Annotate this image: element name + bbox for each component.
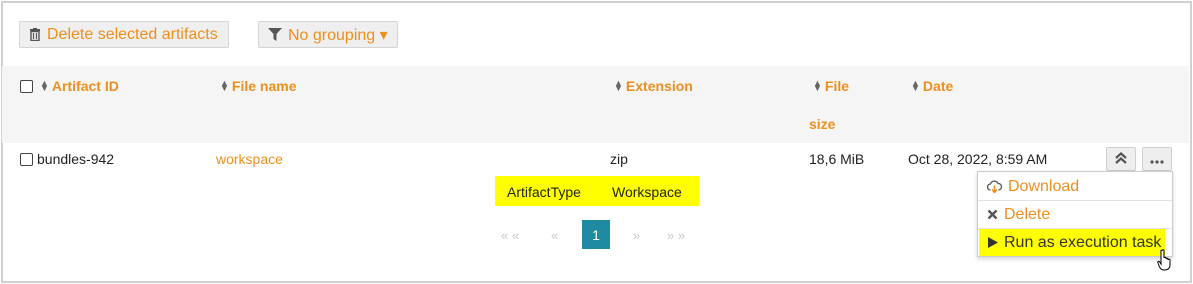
column-file-name-label: File name xyxy=(231,78,297,94)
column-artifact-id-label: Artifact ID xyxy=(51,78,119,94)
grouping-dropdown[interactable]: No grouping ▾ xyxy=(258,21,398,48)
column-date[interactable]: ▲ ▼ Date xyxy=(911,78,953,94)
cloud-download-icon xyxy=(987,180,1002,193)
column-artifact-id[interactable]: ▲ ▼ Artifact ID xyxy=(40,78,119,94)
sort-icon: ▲ ▼ xyxy=(813,78,822,93)
collapse-button[interactable] xyxy=(1106,147,1136,171)
prev-page-button[interactable]: « xyxy=(551,228,558,243)
sort-icon: ▲ ▼ xyxy=(614,78,623,93)
menu-item-delete[interactable]: Delete xyxy=(978,201,1172,228)
column-file-size[interactable]: ▲ ▼ File xyxy=(813,78,849,94)
grouping-label: No grouping ▾ xyxy=(288,26,388,44)
attribute-value: Workspace xyxy=(612,184,682,200)
extension-cell: zip xyxy=(610,151,628,167)
row-checkbox[interactable] xyxy=(20,153,33,166)
menu-item-download-label: Download xyxy=(1008,177,1080,195)
attribute-key: ArtifactType xyxy=(507,184,581,200)
sort-icon: ▲ ▼ xyxy=(911,78,920,93)
ellipsis-icon xyxy=(1150,151,1164,167)
delete-selected-artifacts-label: Delete selected artifacts xyxy=(47,25,218,43)
sort-icon: ▲ ▼ xyxy=(220,78,229,93)
sort-icon: ▲ ▼ xyxy=(40,78,49,93)
trash-icon xyxy=(29,28,41,41)
last-page-button[interactable]: » » xyxy=(667,228,685,243)
column-extension[interactable]: ▲ ▼ Extension xyxy=(614,78,693,94)
hand-cursor-icon xyxy=(1157,249,1173,274)
column-file-name[interactable]: ▲ ▼ File name xyxy=(220,78,297,94)
menu-item-delete-label: Delete xyxy=(1004,205,1051,223)
table-header xyxy=(2,66,1189,143)
menu-item-download[interactable]: Download xyxy=(978,173,1172,200)
column-date-label: Date xyxy=(922,78,954,94)
page-1-button[interactable]: 1 xyxy=(582,220,610,249)
select-all-checkbox[interactable] xyxy=(20,80,33,93)
column-extension-label: Extension xyxy=(625,78,693,94)
double-chevron-up-icon xyxy=(1115,151,1127,167)
next-page-button[interactable]: » xyxy=(633,228,640,243)
column-size-label-text: size xyxy=(809,116,836,132)
file-size-cell: 18,6 MiB xyxy=(809,151,865,167)
menu-item-run-as-execution-task[interactable]: Run as execution task xyxy=(979,229,1165,256)
filter-icon xyxy=(268,28,282,41)
artifact-id-cell: bundles-942 xyxy=(37,151,115,167)
close-icon xyxy=(987,209,998,220)
date-cell: Oct 28, 2022, 8:59 AM xyxy=(908,151,1048,167)
column-file-label: File xyxy=(824,78,850,94)
first-page-button[interactable]: « « xyxy=(501,228,519,243)
actions-menu: Download Delete Run as execution task xyxy=(977,171,1173,257)
play-icon xyxy=(988,237,998,248)
delete-selected-artifacts-button[interactable]: Delete selected artifacts xyxy=(19,21,229,48)
column-size-label: size xyxy=(809,116,835,132)
file-name-link[interactable]: workspace xyxy=(216,151,283,167)
more-actions-button[interactable] xyxy=(1142,147,1172,171)
menu-item-run-label: Run as execution task xyxy=(1004,233,1162,251)
